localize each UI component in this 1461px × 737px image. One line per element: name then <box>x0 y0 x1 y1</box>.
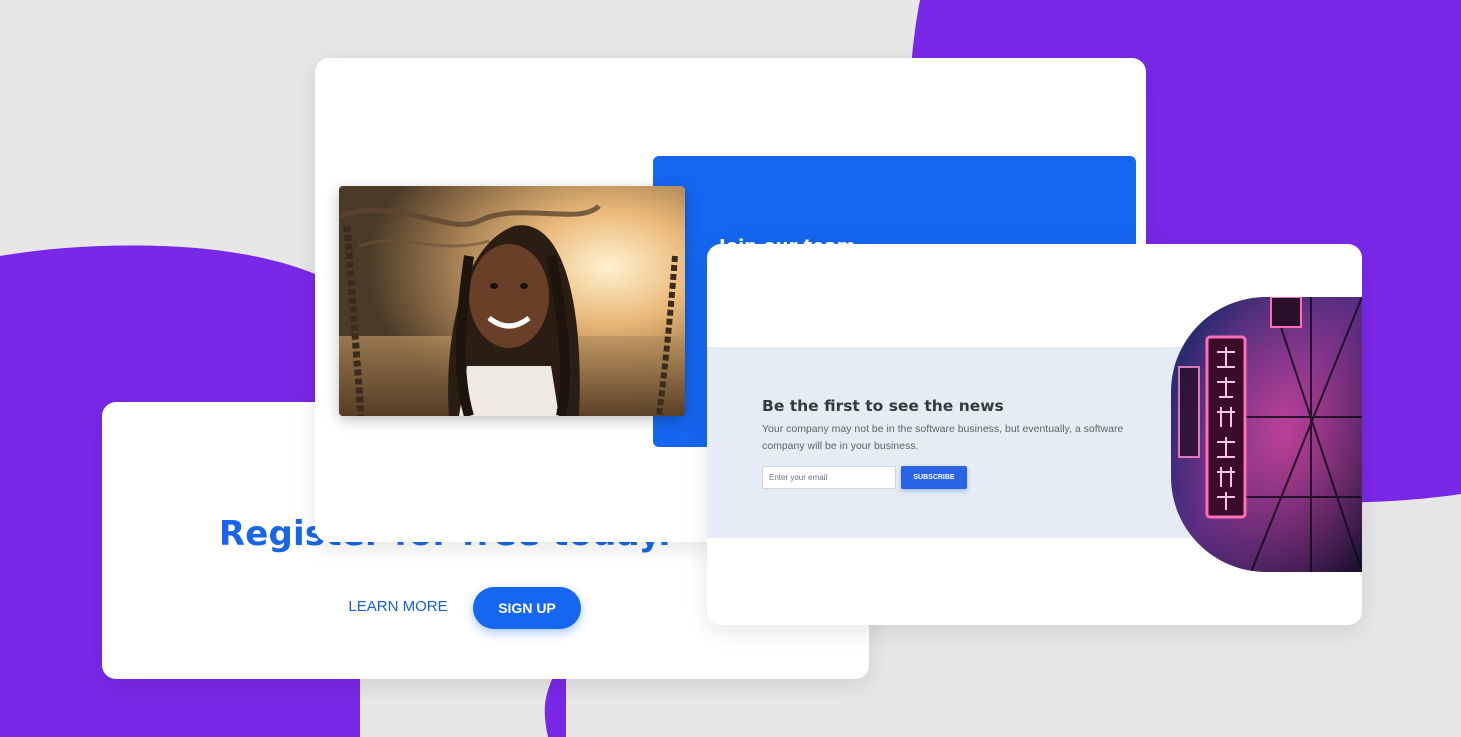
learn-more-link[interactable]: LEARN MORE <box>340 598 456 616</box>
newsletter-title: Be the first to see the news <box>762 397 1004 415</box>
neon-sign-photo <box>1171 297 1362 572</box>
subscribe-button[interactable]: SUBSCRIBE <box>901 466 967 489</box>
email-field[interactable] <box>762 466 896 489</box>
sign-up-button[interactable]: SIGN UP <box>473 587 581 629</box>
newsletter-card: Be the first to see the news Your compan… <box>707 244 1362 625</box>
newsletter-description: Your company may not be in the software … <box>762 423 1124 452</box>
portrait-photo <box>339 186 685 416</box>
